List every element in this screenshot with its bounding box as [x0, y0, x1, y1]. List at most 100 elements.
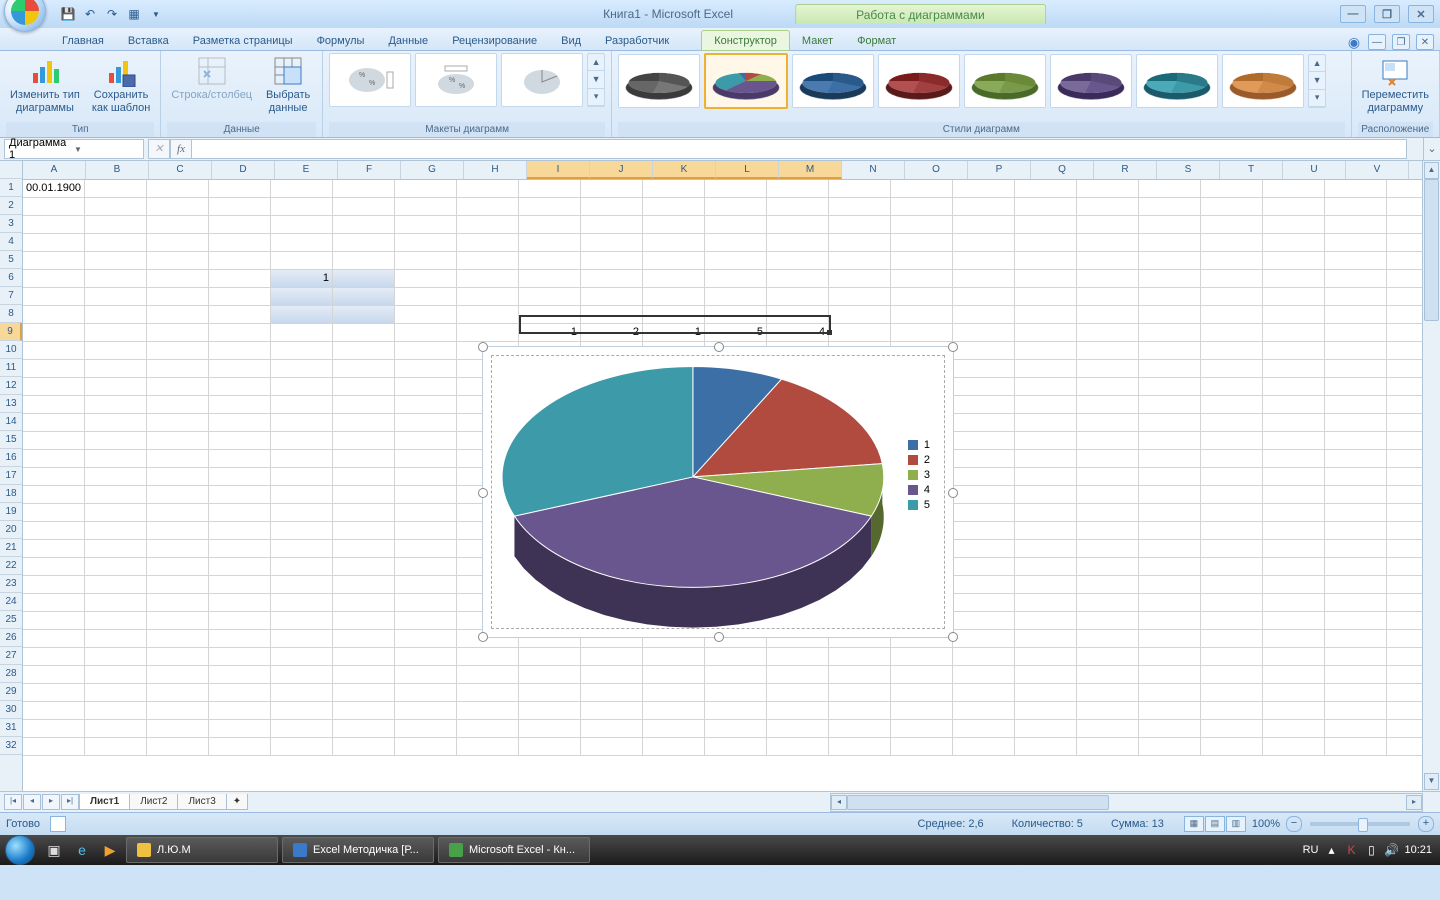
save-as-template-button[interactable]: Сохранить как шаблон: [88, 53, 155, 116]
resize-handle[interactable]: [714, 342, 724, 352]
row-header[interactable]: 4: [0, 233, 22, 251]
sheet-nav-first-icon[interactable]: |◂: [4, 794, 22, 810]
scroll-thumb[interactable]: [847, 795, 1109, 810]
tab-page-layout[interactable]: Разметка страницы: [181, 31, 305, 50]
tab-layout[interactable]: Макет: [790, 31, 845, 50]
zoom-out-button[interactable]: −: [1286, 816, 1302, 832]
col-header[interactable]: S: [1157, 161, 1220, 179]
scroll-thumb[interactable]: [1424, 179, 1439, 321]
tab-format[interactable]: Формат: [845, 31, 908, 50]
chart-legend[interactable]: 12345: [908, 436, 930, 514]
row-header[interactable]: 18: [0, 485, 22, 503]
vertical-scrollbar[interactable]: ▲ ▼: [1422, 161, 1440, 791]
chart-style-1[interactable]: [618, 54, 700, 108]
chart-style-3[interactable]: [792, 54, 874, 108]
row-header[interactable]: 22: [0, 557, 22, 575]
row-header[interactable]: 32: [0, 737, 22, 755]
tab-formulas[interactable]: Формулы: [305, 31, 377, 50]
move-chart-button[interactable]: Переместить диаграмму: [1358, 53, 1433, 116]
row-header[interactable]: 27: [0, 647, 22, 665]
qat-save-icon[interactable]: 💾: [60, 6, 76, 22]
chart-layout-1[interactable]: %%: [329, 53, 411, 107]
legend-item[interactable]: 4: [908, 484, 930, 496]
help-icon[interactable]: ◉: [1346, 35, 1362, 49]
tab-insert[interactable]: Вставка: [116, 31, 181, 50]
cancel-formula-button[interactable]: ✕: [148, 139, 170, 159]
sheet-tab-3[interactable]: Лист3: [177, 794, 226, 810]
chart-style-6[interactable]: [1050, 54, 1132, 108]
row-header[interactable]: 6: [0, 269, 22, 287]
resize-handle[interactable]: [948, 632, 958, 642]
col-header[interactable]: M: [779, 161, 842, 179]
sheet-tab-2[interactable]: Лист2: [129, 794, 178, 810]
tray-network-icon[interactable]: ▯: [1364, 843, 1378, 857]
chart-style-7[interactable]: [1136, 54, 1218, 108]
sheet-tab-1[interactable]: Лист1: [79, 794, 130, 810]
resize-handle[interactable]: [478, 342, 488, 352]
col-header[interactable]: D: [212, 161, 275, 179]
col-header[interactable]: T: [1220, 161, 1283, 179]
tab-developer[interactable]: Разработчик: [593, 31, 681, 50]
chart-style-2[interactable]: [704, 53, 788, 109]
legend-item[interactable]: 5: [908, 499, 930, 511]
view-page-break-icon[interactable]: ▥: [1226, 816, 1246, 832]
taskbar-media-icon[interactable]: ▶: [97, 839, 123, 861]
col-header[interactable]: F: [338, 161, 401, 179]
scroll-left-icon[interactable]: ◂: [831, 795, 847, 810]
chart-plot-area[interactable]: 12345: [491, 355, 945, 629]
row-header[interactable]: 19: [0, 503, 22, 521]
view-normal-icon[interactable]: ▦: [1184, 816, 1204, 832]
tray-clock[interactable]: 10:21: [1404, 844, 1432, 856]
row-header[interactable]: 17: [0, 467, 22, 485]
zoom-slider[interactable]: [1310, 822, 1410, 826]
col-header[interactable]: A: [23, 161, 86, 179]
row-header[interactable]: 24: [0, 593, 22, 611]
row-header[interactable]: 23: [0, 575, 22, 593]
scroll-down-icon[interactable]: ▼: [1424, 773, 1439, 790]
zoom-level[interactable]: 100%: [1252, 818, 1280, 830]
tab-review[interactable]: Рецензирование: [440, 31, 549, 50]
col-header[interactable]: P: [968, 161, 1031, 179]
col-header[interactable]: L: [716, 161, 779, 179]
change-chart-type-button[interactable]: Изменить тип диаграммы: [6, 53, 84, 116]
chart-style-8[interactable]: [1222, 54, 1304, 108]
formula-bar-expand-icon[interactable]: ⌄: [1423, 138, 1440, 160]
sheet-tab-new[interactable]: ✦: [226, 794, 248, 810]
taskbar-item-2[interactable]: Excel Методичка [Р...: [282, 837, 434, 863]
resize-handle[interactable]: [948, 342, 958, 352]
horizontal-scrollbar[interactable]: ◂ ▸: [830, 793, 1423, 812]
name-box[interactable]: Диаграмма 1▼: [4, 139, 144, 159]
doc-minimize-button[interactable]: —: [1368, 34, 1386, 50]
row-header[interactable]: 29: [0, 683, 22, 701]
qat-redo-icon[interactable]: ↷: [104, 6, 120, 22]
row-header[interactable]: 11: [0, 359, 22, 377]
select-data-button[interactable]: Выбрать данные: [260, 53, 316, 116]
row-header[interactable]: 16: [0, 449, 22, 467]
row-header[interactable]: 15: [0, 431, 22, 449]
select-all-corner[interactable]: [0, 161, 22, 179]
chart-style-4[interactable]: [878, 54, 960, 108]
col-header[interactable]: G: [401, 161, 464, 179]
row-header[interactable]: 5: [0, 251, 22, 269]
legend-item[interactable]: 1: [908, 439, 930, 451]
legend-item[interactable]: 3: [908, 469, 930, 481]
row-header[interactable]: 12: [0, 377, 22, 395]
row-header[interactable]: 10: [0, 341, 22, 359]
resize-handle[interactable]: [478, 488, 488, 498]
qat-undo-icon[interactable]: ↶: [82, 6, 98, 22]
formula-input[interactable]: [192, 139, 1407, 159]
tab-design[interactable]: Конструктор: [701, 30, 790, 51]
row-header[interactable]: 25: [0, 611, 22, 629]
resize-handle[interactable]: [714, 632, 724, 642]
window-close-button[interactable]: ✕: [1408, 5, 1434, 23]
tray-antivirus-icon[interactable]: K: [1344, 843, 1358, 857]
row-header[interactable]: 21: [0, 539, 22, 557]
row-header[interactable]: 8: [0, 305, 22, 323]
col-header[interactable]: V: [1346, 161, 1409, 179]
chart-object[interactable]: 12345: [482, 346, 954, 638]
scroll-right-icon[interactable]: ▸: [1406, 795, 1422, 810]
chart-layout-3[interactable]: [501, 53, 583, 107]
qat-print-icon[interactable]: ▦: [126, 6, 142, 22]
switch-row-column-button[interactable]: Строка/столбец: [167, 53, 256, 104]
insert-function-button[interactable]: fx: [170, 139, 192, 159]
